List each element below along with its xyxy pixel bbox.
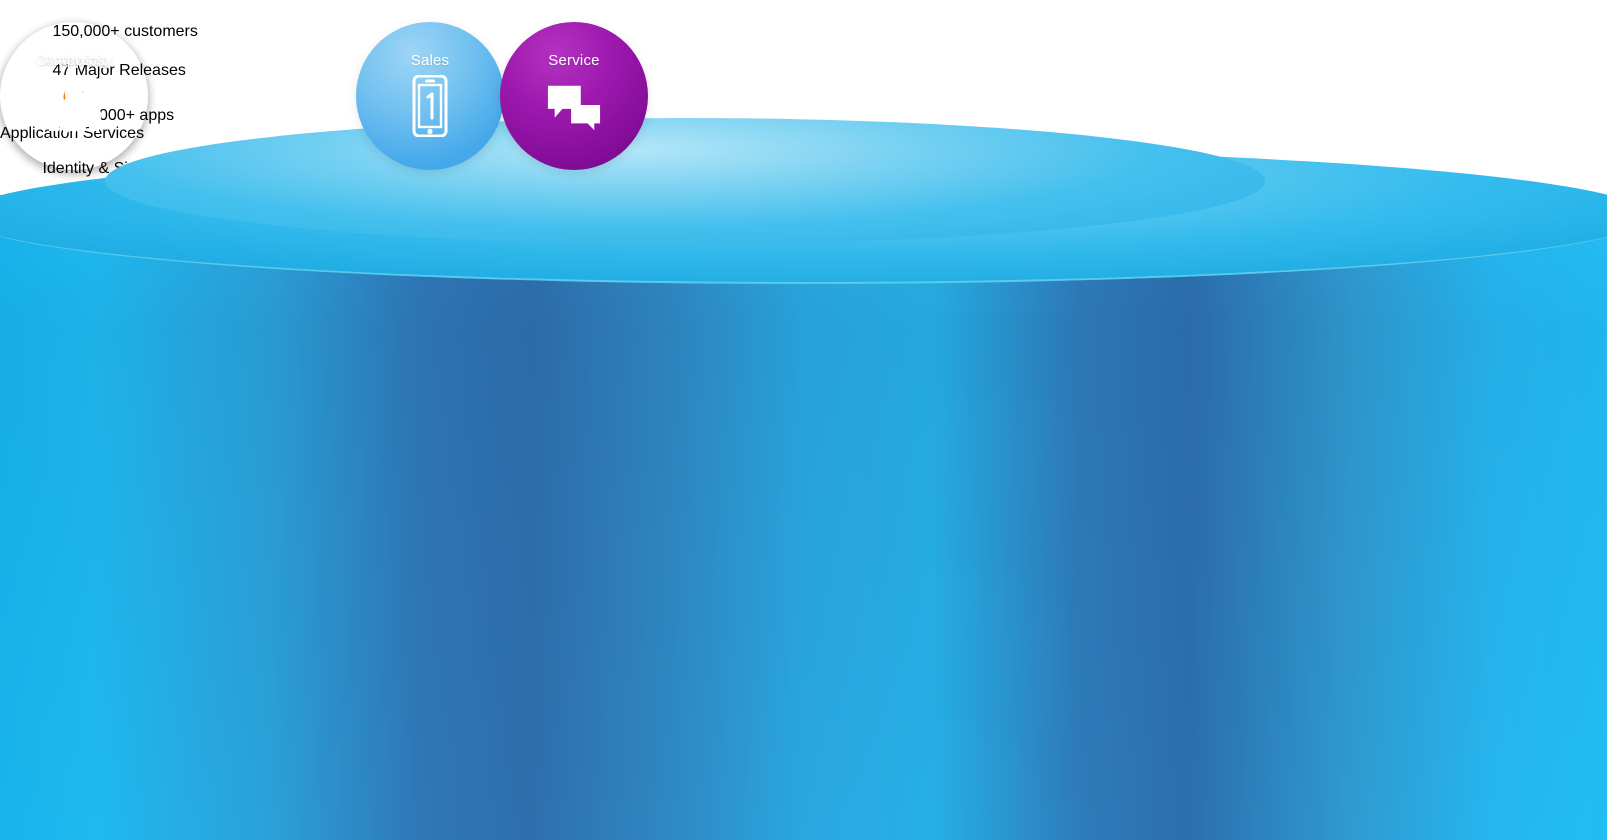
platform-body [0,195,1607,840]
product-circle-apps[interactable]: Apps [0,22,148,170]
chat-bubbles-icon [546,75,602,137]
product-circle-sales[interactable]: Sales [356,22,504,170]
lightning-bolt-icon [46,75,102,137]
mobile-phone-icon [402,75,458,137]
infographic-root: Sales Service Marketing Community Analyt… [0,0,1607,840]
product-circles: Sales Service Marketing Community Analyt… [0,0,1607,210]
product-circle-service[interactable]: Service [500,22,648,170]
product-circle-label: Service [548,52,600,69]
product-circle-label: Sales [410,52,450,69]
product-circle-label: Apps [56,52,92,69]
